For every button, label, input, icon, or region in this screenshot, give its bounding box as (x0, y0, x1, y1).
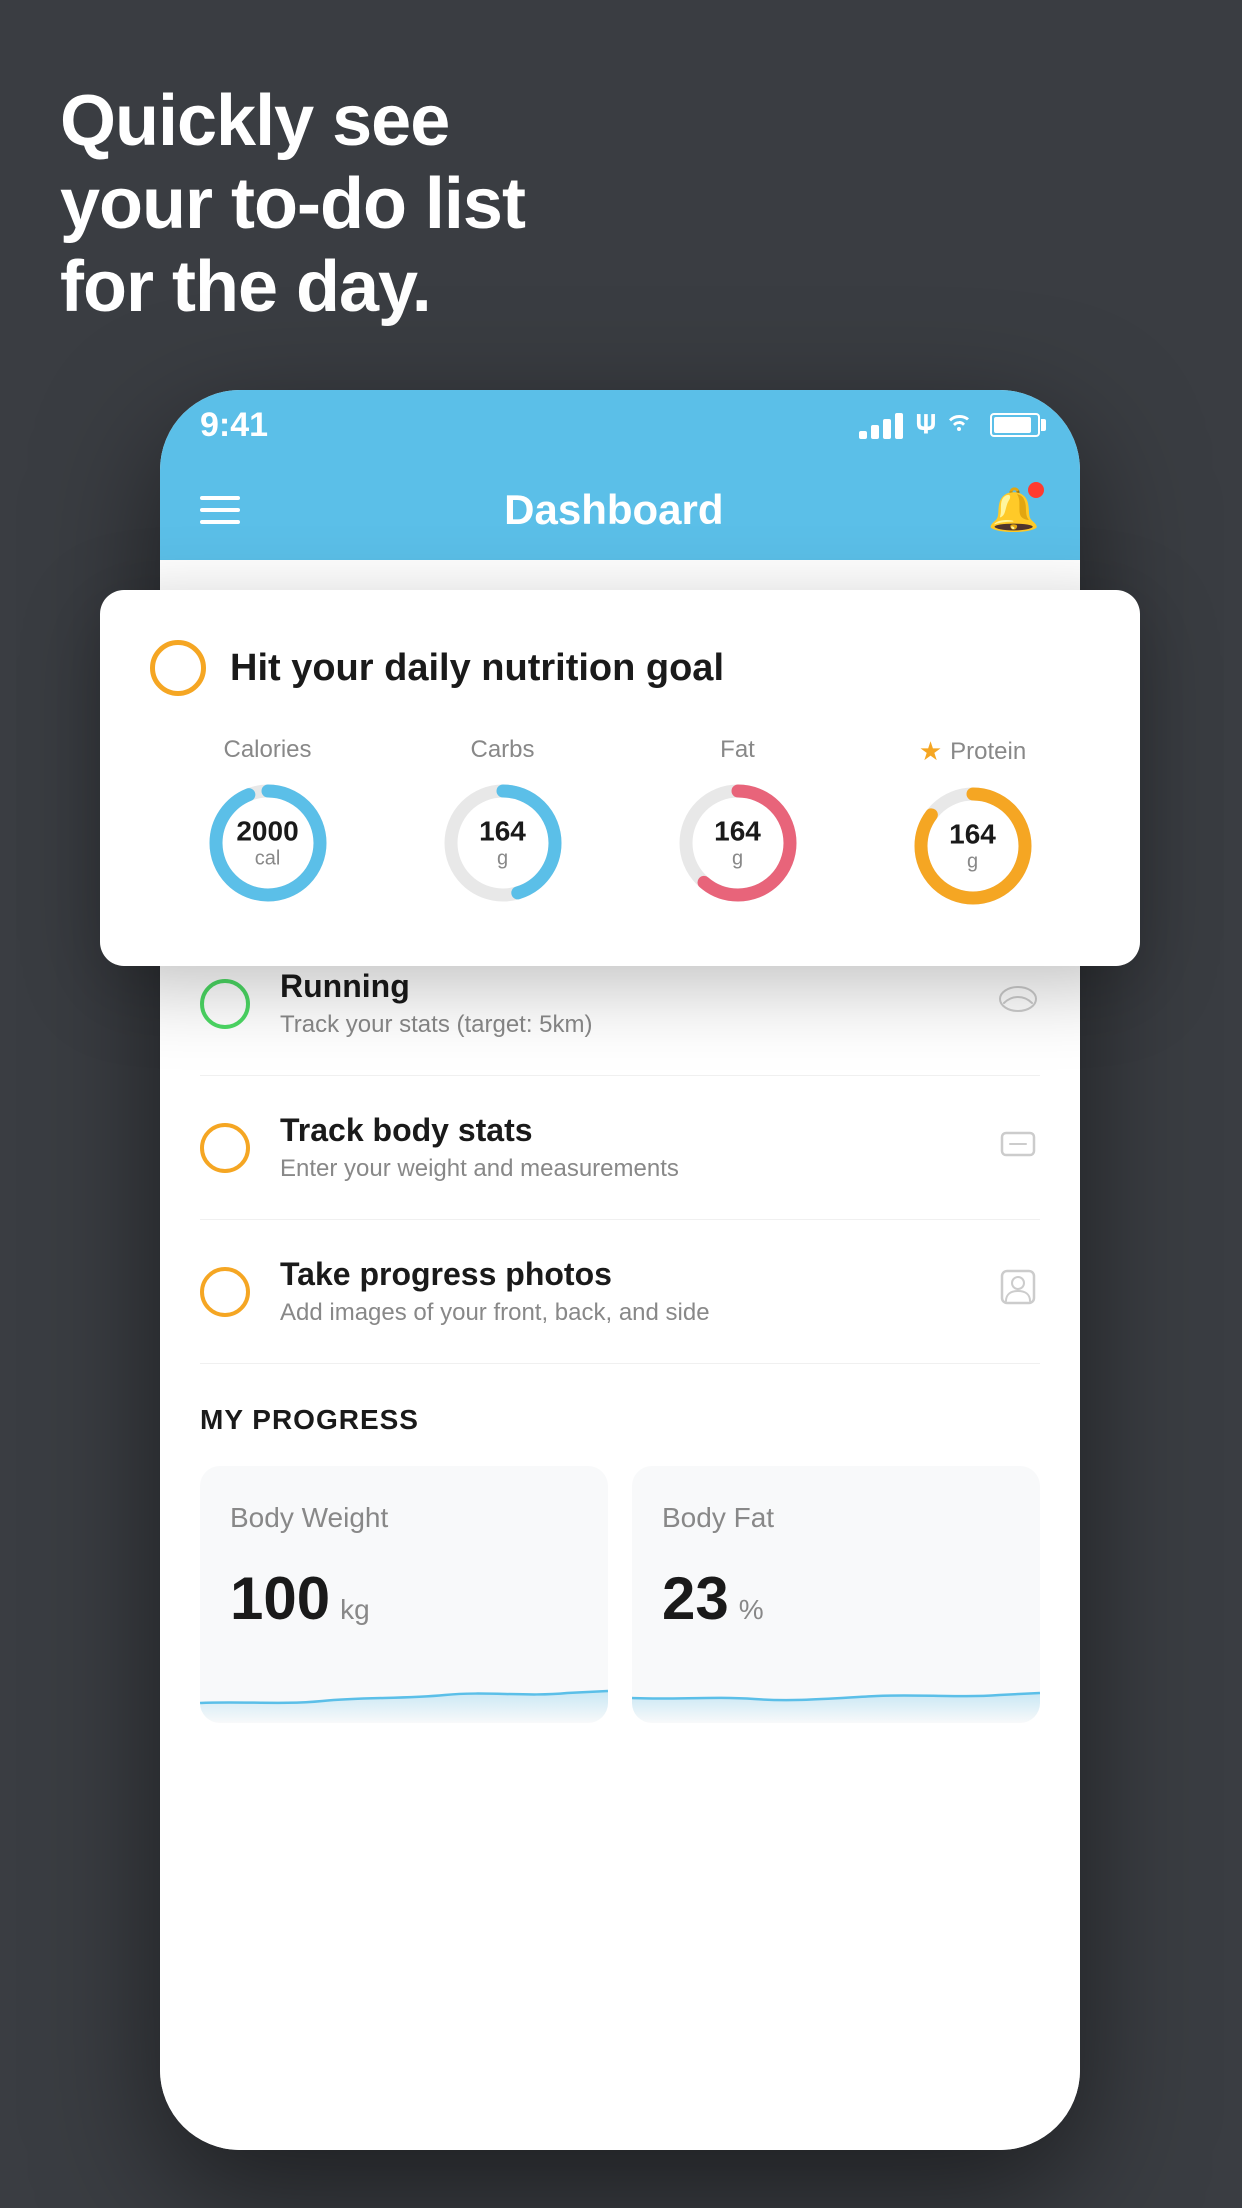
todo-circle-body-stats (200, 1123, 250, 1173)
body-fat-unit: % (739, 1594, 764, 1626)
todo-list: Running Track your stats (target: 5km) (160, 932, 1080, 1364)
macro-fat-label: Fat (720, 736, 755, 764)
status-time: 9:41 (200, 406, 268, 445)
todo-subtitle-running: Track your stats (target: 5km) (280, 1011, 966, 1039)
progress-section-title: MY PROGRESS (200, 1404, 1040, 1436)
macro-calories-value: 2000 (236, 816, 298, 848)
hero-text: Quickly see your to-do list for the day. (60, 80, 525, 328)
macro-protein-value: 164 (949, 819, 996, 851)
nutrition-card: Hit your daily nutrition goal Calories 2… (100, 590, 1140, 966)
nav-title: Dashboard (504, 486, 723, 534)
body-weight-card[interactable]: Body Weight 100 kg (200, 1466, 608, 1723)
macro-protein-circle: 164 g (908, 781, 1038, 911)
progress-section: MY PROGRESS Body Weight 100 kg (160, 1364, 1080, 1763)
body-weight-chart (200, 1663, 608, 1723)
body-weight-title: Body Weight (230, 1502, 578, 1534)
status-icons: 𝚿 (859, 409, 1040, 441)
macro-carbs: Carbs 164 g (438, 736, 568, 908)
body-weight-value: 100 kg (230, 1564, 578, 1633)
todo-subtitle-body-stats: Enter your weight and measurements (280, 1155, 966, 1183)
nutrition-card-title: Hit your daily nutrition goal (230, 647, 724, 690)
body-fat-title: Body Fat (662, 1502, 1010, 1534)
macro-calories-circle: 2000 cal (203, 778, 333, 908)
todo-subtitle-photos: Add images of your front, back, and side (280, 1299, 966, 1327)
hamburger-menu[interactable] (200, 496, 240, 524)
hero-line-3: for the day. (60, 246, 525, 329)
todo-title-body-stats: Track body stats (280, 1112, 966, 1149)
todo-text-body-stats: Track body stats Enter your weight and m… (280, 1112, 966, 1183)
body-fat-value: 23 % (662, 1564, 1010, 1633)
wifi-icon: 𝚿 (915, 409, 974, 441)
macro-carbs-unit: g (479, 848, 526, 871)
body-fat-number: 23 (662, 1564, 729, 1633)
todo-circle-running (200, 979, 250, 1029)
nutrition-macros: Calories 2000 cal Carbs (150, 736, 1090, 911)
macro-calories-label: Calories (223, 736, 311, 764)
body-fat-chart (632, 1663, 1040, 1723)
todo-text-running: Running Track your stats (target: 5km) (280, 968, 966, 1039)
todo-item-body-stats[interactable]: Track body stats Enter your weight and m… (200, 1076, 1040, 1220)
nutrition-check-circle (150, 640, 206, 696)
body-weight-unit: kg (340, 1594, 370, 1626)
scale-icon (996, 1121, 1040, 1175)
hero-line-2: your to-do list (60, 163, 525, 246)
todo-circle-photos (200, 1267, 250, 1317)
macro-calories-unit: cal (236, 848, 298, 871)
macro-protein-label: ★ Protein (919, 736, 1026, 767)
signal-icon (859, 411, 903, 439)
macro-carbs-value: 164 (479, 816, 526, 848)
body-weight-number: 100 (230, 1564, 330, 1633)
macro-fat-unit: g (714, 848, 761, 871)
nav-bar: Dashboard 🔔 (160, 460, 1080, 560)
battery-icon (990, 413, 1040, 437)
status-bar: 9:41 𝚿 (160, 390, 1080, 460)
progress-cards: Body Weight 100 kg (200, 1466, 1040, 1723)
nutrition-card-header: Hit your daily nutrition goal (150, 640, 1090, 696)
macro-fat: Fat 164 g (673, 736, 803, 908)
macro-protein: ★ Protein 164 g (908, 736, 1038, 911)
macro-carbs-label: Carbs (470, 736, 534, 764)
todo-title-running: Running (280, 968, 966, 1005)
hero-line-1: Quickly see (60, 80, 525, 163)
macro-fat-value: 164 (714, 816, 761, 848)
macro-protein-unit: g (949, 851, 996, 874)
macro-fat-circle: 164 g (673, 778, 803, 908)
macro-carbs-circle: 164 g (438, 778, 568, 908)
macro-calories: Calories 2000 cal (203, 736, 333, 908)
todo-text-photos: Take progress photos Add images of your … (280, 1256, 966, 1327)
todo-item-photos[interactable]: Take progress photos Add images of your … (200, 1220, 1040, 1364)
bell-icon[interactable]: 🔔 (988, 486, 1040, 535)
body-fat-card[interactable]: Body Fat 23 % (632, 1466, 1040, 1723)
todo-title-photos: Take progress photos (280, 1256, 966, 1293)
notification-dot (1028, 482, 1044, 498)
star-icon: ★ (919, 736, 942, 767)
person-icon (996, 1265, 1040, 1319)
running-icon (996, 977, 1040, 1031)
